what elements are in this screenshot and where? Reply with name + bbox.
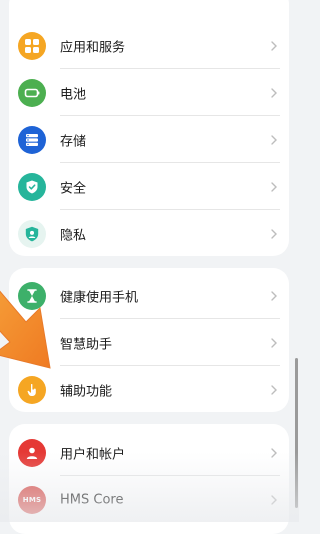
settings-group-2: 健康使用手机 智慧助手 辅助功能 (9, 268, 289, 412)
shield-icon (18, 172, 46, 201)
hms-icon-text: HMS (22, 495, 42, 504)
settings-item-privacy[interactable]: 隐私 (9, 210, 289, 256)
scrollbar[interactable] (295, 358, 298, 508)
settings-item-security[interactable]: 安全 (9, 163, 289, 210)
storage-icon (18, 125, 46, 154)
chevron-right-icon (271, 228, 277, 239)
chevron-right-icon (271, 447, 277, 458)
settings-item-label: 安全 (60, 181, 87, 196)
settings-item-accessibility[interactable]: 辅助功能 (9, 366, 289, 412)
settings-item-battery[interactable]: 电池 (9, 69, 289, 116)
settings-group-1: 应用和服务 电池 存储 安全 隐私 (9, 0, 289, 256)
settings-item-label: 智慧助手 (60, 337, 113, 352)
user-icon (18, 438, 46, 467)
settings-item-label: 用户和帐户 (60, 447, 126, 462)
settings-item-smart-assistant[interactable]: 智慧助手 (9, 319, 289, 366)
chevron-right-icon (271, 384, 277, 395)
settings-item-storage[interactable]: 存储 (9, 116, 289, 163)
settings-item-label: 健康使用手机 (60, 290, 139, 305)
hourglass-icon (18, 281, 46, 310)
chevron-right-icon (271, 337, 277, 348)
chevron-right-icon (271, 40, 277, 51)
settings-item-label: 辅助功能 (60, 384, 113, 399)
hms-icon: HMS (18, 485, 46, 514)
hand-icon (18, 375, 46, 404)
chevron-right-icon (271, 87, 277, 98)
assistant-icon (18, 328, 46, 357)
chevron-right-icon (271, 181, 277, 192)
chevron-right-icon (271, 290, 277, 301)
chevron-right-icon (271, 494, 277, 505)
settings-item-label: 应用和服务 (60, 40, 126, 55)
battery-icon (18, 78, 46, 107)
settings-item-users-accounts[interactable]: 用户和帐户 (9, 429, 289, 476)
privacy-icon (18, 219, 46, 248)
settings-item-label: 存储 (60, 134, 87, 149)
settings-group-3: 用户和帐户 HMS HMS Core (9, 424, 289, 534)
settings-item-label: 电池 (60, 87, 87, 102)
settings-item-label: 隐私 (60, 228, 87, 243)
settings-item-hms-core[interactable]: HMS HMS Core (9, 476, 289, 523)
settings-item-apps[interactable]: 应用和服务 (9, 22, 289, 69)
chevron-right-icon (271, 134, 277, 145)
settings-item-label: HMS Core (60, 492, 124, 507)
apps-icon (18, 31, 46, 60)
settings-item-digital-balance[interactable]: 健康使用手机 (9, 272, 289, 319)
